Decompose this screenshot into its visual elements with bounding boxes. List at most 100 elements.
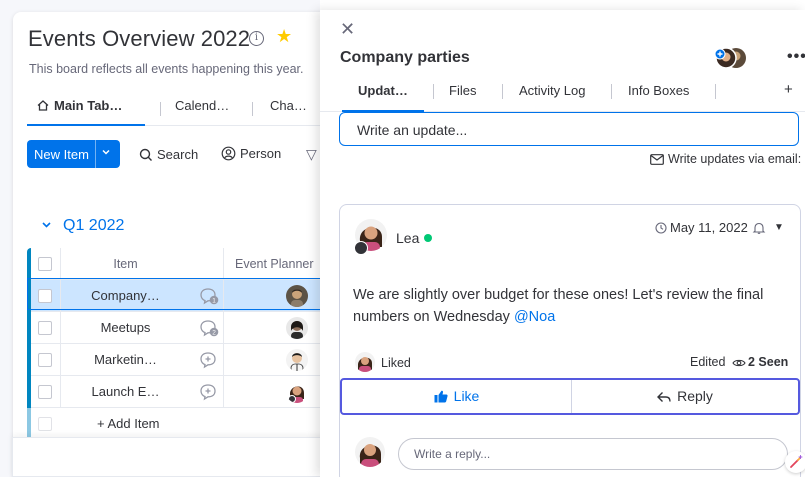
new-item-label: New Item (34, 147, 89, 162)
tab-divider (160, 102, 161, 116)
tab-info-boxes[interactable]: Info Boxes (628, 83, 689, 98)
avatar[interactable] (286, 381, 308, 403)
mention-link[interactable]: @Noa (514, 309, 555, 325)
item-name[interactable]: Marketin… (74, 344, 177, 376)
tab-divider (715, 84, 716, 99)
tab-main-table[interactable]: Main Tab… (37, 98, 122, 113)
update-card: Lea May 11, 2022 ▼ We are slightly over … (339, 204, 805, 477)
group-color-bar (27, 376, 31, 408)
board-title[interactable]: Events Overview 2022 (28, 26, 250, 52)
bell-icon[interactable] (752, 221, 766, 235)
tab-activity-log[interactable]: Activity Log (519, 83, 585, 98)
column-header-item[interactable]: Item (74, 248, 177, 280)
like-button[interactable]: Like (342, 380, 571, 413)
add-update-icon[interactable] (199, 383, 219, 401)
tab-updates[interactable]: Updat… (358, 83, 408, 98)
person-icon (221, 146, 236, 161)
item-name[interactable]: Meetups (74, 312, 177, 344)
avatar[interactable] (286, 317, 308, 339)
reply-icon (657, 392, 671, 402)
table-row[interactable]: Meetups 2 (27, 312, 320, 344)
new-item-button[interactable]: New Item (27, 140, 120, 168)
info-icon[interactable]: i (249, 31, 264, 46)
select-all-checkbox[interactable] (38, 257, 52, 271)
caret-down-icon[interactable]: ▼ (774, 222, 784, 233)
reply-input[interactable]: Write a reply... (398, 438, 788, 470)
update-date: May 11, 2022 (655, 220, 748, 235)
column-header-planner[interactable]: Event Planner (235, 248, 314, 280)
updates-count: 2 (212, 329, 216, 336)
add-tab-button[interactable]: + (784, 81, 793, 98)
more-options-icon[interactable]: ••• (787, 48, 805, 66)
tab-calendar[interactable]: Calend… (175, 98, 229, 113)
filter-icon[interactable]: ▽ (306, 146, 317, 163)
mail-icon (650, 154, 664, 165)
panel-tabs: Updat… Files Activity Log Info Boxes + (320, 78, 805, 112)
chevron-down-icon[interactable] (100, 146, 112, 161)
reply-placeholder: Write a reply... (414, 447, 491, 461)
thumbs-up-icon (434, 390, 448, 403)
row-checkbox-placeholder (38, 417, 52, 431)
updates-count-icon[interactable]: 1 (199, 287, 219, 305)
update-text: We are slightly over budget for these on… (353, 287, 764, 325)
author-name[interactable]: Lea (396, 230, 419, 246)
group-color-bar (27, 408, 31, 440)
write-update-placeholder: Write an update... (357, 122, 468, 138)
avatar[interactable] (286, 285, 308, 307)
board-container: Events Overview 2022 i ★ This board refl… (13, 12, 320, 477)
updates-count: 1 (212, 297, 216, 304)
group-color-bar (27, 280, 31, 312)
reply-label: Reply (677, 388, 713, 404)
group-color-bar (27, 248, 31, 280)
item-name[interactable]: Launch E… (74, 376, 177, 408)
home-icon (37, 100, 49, 111)
table-row[interactable]: Company… 1 (27, 280, 320, 312)
star-icon[interactable]: ★ (276, 26, 292, 47)
item-name[interactable]: Company… (74, 280, 177, 312)
row-checkbox[interactable] (38, 385, 52, 399)
board-area: Events Overview 2022 i ★ This board refl… (0, 0, 320, 477)
tab-divider (502, 84, 503, 99)
write-via-email-link[interactable]: Write updates via email: (650, 152, 801, 166)
row-checkbox[interactable] (38, 353, 52, 367)
subscribers-avatars[interactable] (714, 46, 758, 70)
board-view-tabs: Main Tab… Calend… Cha… (27, 98, 320, 126)
avatar[interactable] (355, 352, 375, 372)
table-row[interactable]: Launch E… (27, 376, 320, 408)
group-collapse-icon[interactable] (41, 219, 52, 233)
clock-icon (655, 222, 667, 234)
avatar[interactable] (286, 349, 308, 371)
row-checkbox[interactable] (38, 321, 52, 335)
person-label: Person (240, 146, 282, 161)
avatar (355, 437, 385, 467)
column-divider (60, 280, 61, 312)
row-checkbox[interactable] (38, 289, 52, 303)
search-button[interactable]: Search (139, 147, 198, 162)
column-divider (60, 344, 61, 376)
liked-label[interactable]: Liked (381, 356, 411, 370)
updates-count-icon[interactable]: 2 (199, 319, 219, 337)
tab-files[interactable]: Files (449, 83, 476, 98)
group-title[interactable]: Q1 2022 (63, 217, 124, 235)
home-badge-icon (354, 241, 368, 255)
tab-divider (611, 84, 612, 99)
add-item-button[interactable]: + Add Item (97, 416, 160, 431)
group-color-bar (27, 344, 31, 376)
person-filter-button[interactable]: Person (221, 146, 281, 161)
column-divider (60, 376, 61, 408)
table-row[interactable]: Marketin… (27, 344, 320, 376)
close-icon[interactable]: ✕ (340, 20, 355, 38)
reply-button[interactable]: Reply (572, 380, 798, 413)
add-update-icon[interactable] (199, 351, 219, 369)
column-divider (60, 248, 61, 280)
update-date-label: May 11, 2022 (670, 220, 748, 235)
column-divider (223, 248, 224, 280)
seen-count[interactable]: 2 Seen (732, 355, 788, 369)
write-update-input[interactable]: Write an update... (339, 112, 799, 146)
group-color-bar (27, 312, 31, 344)
item-detail-panel: ✕ Company parties ••• Updat… Files Activ… (320, 10, 805, 477)
panel-title[interactable]: Company parties (340, 49, 470, 67)
add-item-row[interactable]: + Add Item (27, 408, 320, 440)
ai-assistant-icon[interactable] (785, 451, 805, 473)
tab-chart[interactable]: Cha… (270, 98, 307, 113)
